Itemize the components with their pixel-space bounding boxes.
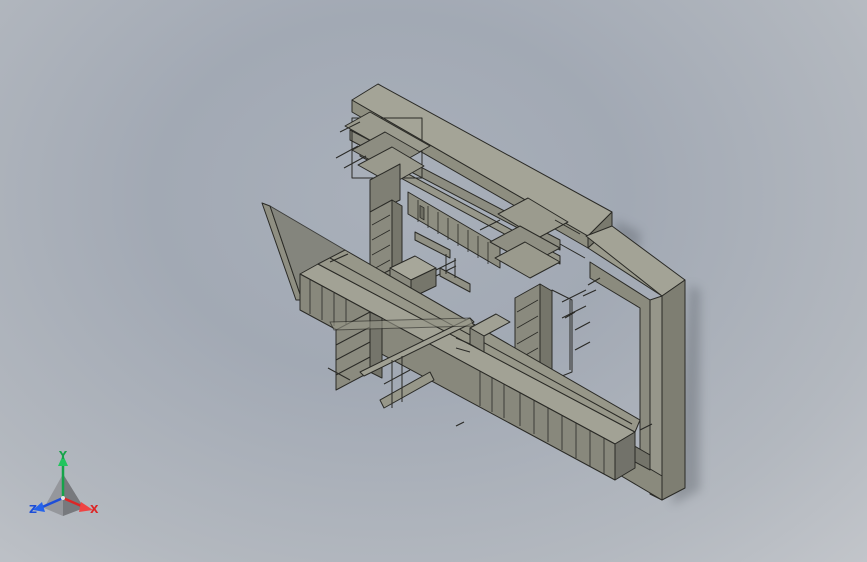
y-axis-label: Y <box>59 449 67 462</box>
z-axis-label: Z <box>29 503 37 516</box>
right-post-front <box>661 279 686 501</box>
orientation-triad[interactable]: Y Z X <box>26 446 106 526</box>
x-axis-label: X <box>90 503 99 516</box>
graphics-viewport[interactable]: Y Z X <box>0 0 867 562</box>
cad-model[interactable] <box>0 0 867 562</box>
